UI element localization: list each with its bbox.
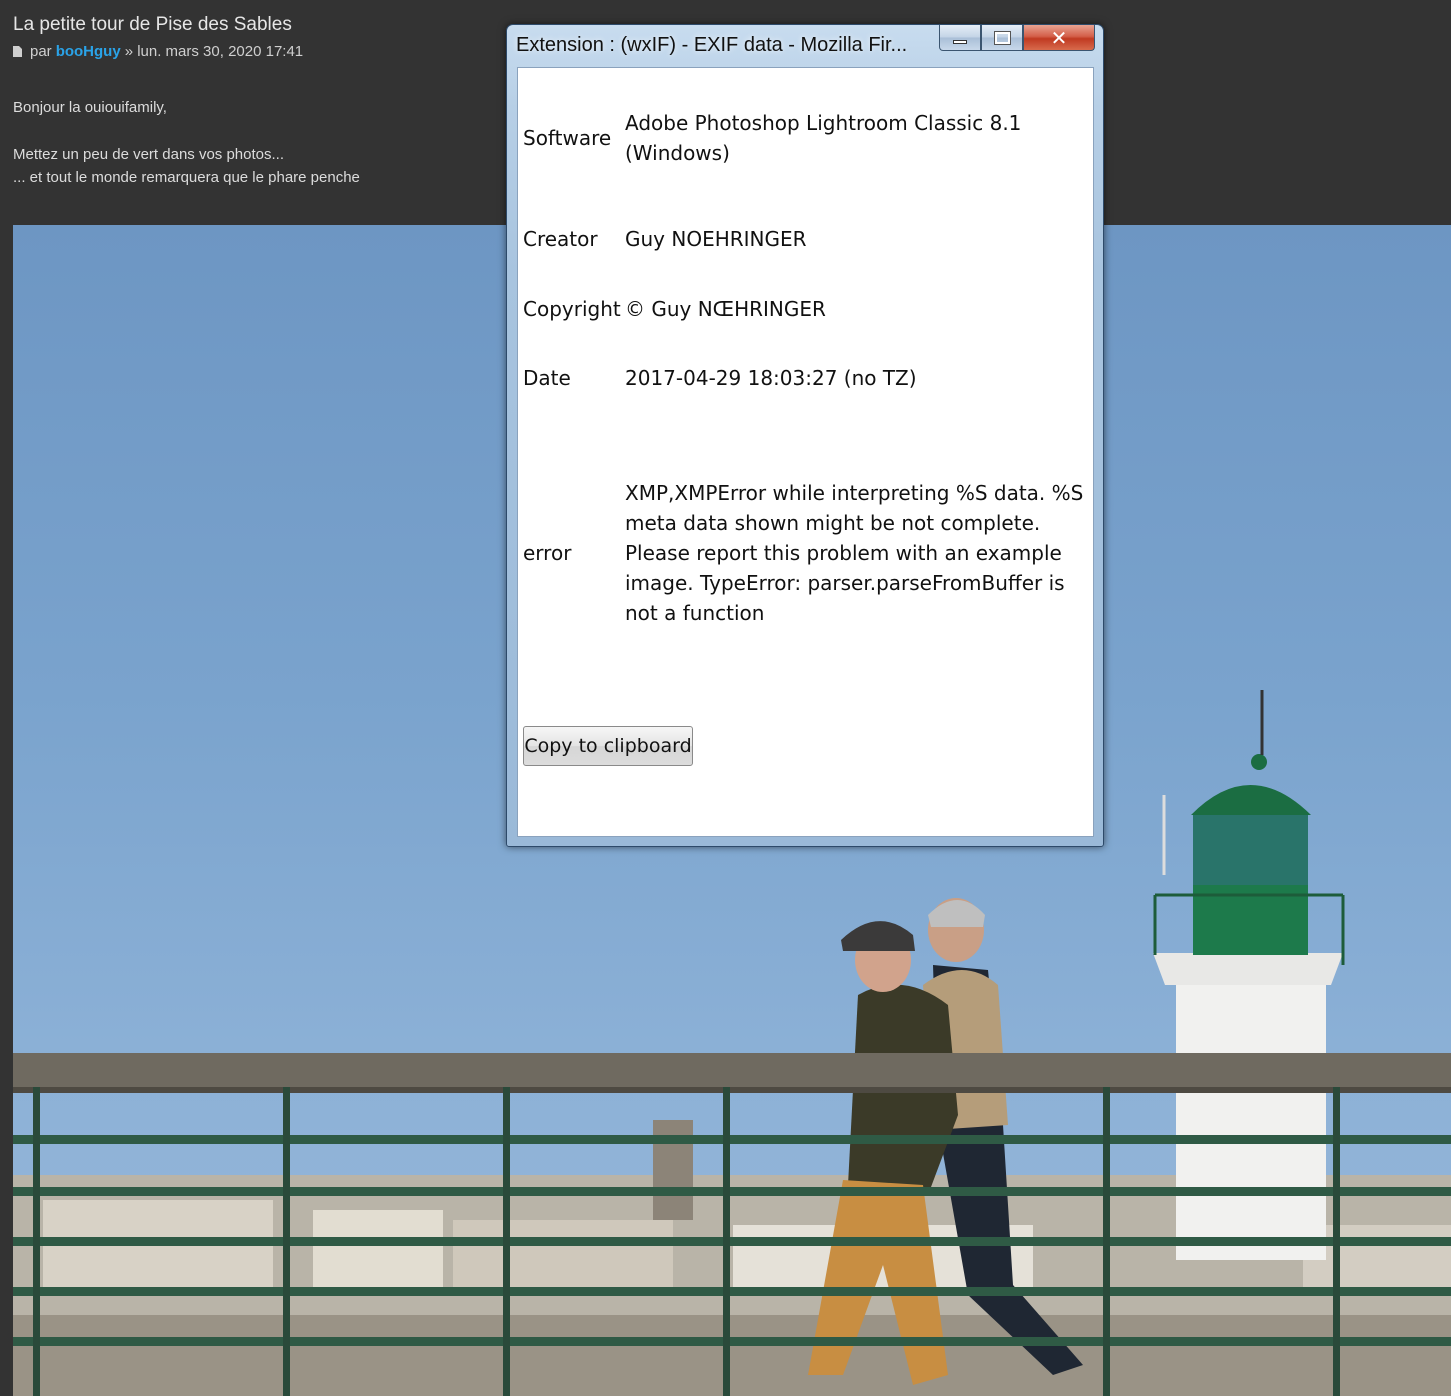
exif-value: © Guy NŒHRINGER xyxy=(625,297,826,321)
close-button[interactable]: ✕ xyxy=(1023,25,1095,51)
maximize-button[interactable] xyxy=(981,25,1023,51)
copy-to-clipboard-button[interactable]: Copy to clipboard xyxy=(523,726,693,766)
lighthouse xyxy=(1153,690,1345,1260)
post-body: Bonjour la ouiouifamily, Mettez un peu d… xyxy=(13,96,360,189)
post-body-line: Bonjour la ouiouifamily, xyxy=(13,99,167,116)
exif-row-date: Date 2017-04-29 18:03:27 (no TZ) xyxy=(523,344,1093,412)
window-controls: ✕ xyxy=(939,25,1095,53)
exif-key: Software xyxy=(523,126,612,150)
exif-row-software: Software Adobe Photoshop Lightroom Class… xyxy=(523,104,1093,172)
exif-row-error: error XMP,XMPError while interpreting %S… xyxy=(523,460,1093,646)
post-body-line: ... et tout le monde remarquera que le p… xyxy=(13,169,360,186)
exif-value: Guy NOEHRINGER xyxy=(625,227,807,251)
post-meta: par booHguy » lun. mars 30, 2020 17:41 xyxy=(13,43,303,60)
building xyxy=(313,1210,443,1290)
post-meta-prefix: par xyxy=(30,43,52,60)
building xyxy=(453,1220,673,1290)
exif-row-creator: Creator Guy NOEHRINGER xyxy=(523,204,1093,274)
minimize-icon xyxy=(953,39,967,44)
post-meta-date: » lun. mars 30, 2020 17:41 xyxy=(124,43,304,60)
exif-popup-window[interactable]: Extension : (wxIF) - EXIF data - Mozilla… xyxy=(506,24,1104,847)
post-author-link[interactable]: booHguy xyxy=(56,43,121,60)
post-icon xyxy=(13,46,22,57)
quay-wall xyxy=(13,1315,1451,1396)
window-title: Extension : (wxIF) - EXIF data - Mozilla… xyxy=(516,34,908,56)
minimize-button[interactable] xyxy=(939,25,981,51)
post-title: La petite tour de Pise des Sables xyxy=(13,14,292,35)
exif-key: error xyxy=(523,541,572,565)
exif-key: Creator xyxy=(523,227,598,251)
exif-value: 2017-04-29 18:03:27 (no TZ) xyxy=(625,366,917,390)
exif-key: Copyright xyxy=(523,297,621,321)
close-icon: ✕ xyxy=(1050,25,1068,50)
maximize-icon xyxy=(993,30,1011,45)
post-body-line: Mettez un peu de vert dans vos photos... xyxy=(13,146,284,163)
exif-content: Software Adobe Photoshop Lightroom Class… xyxy=(517,67,1094,837)
exif-row-copyright: Copyright © Guy NŒHRINGER xyxy=(523,274,1093,344)
exif-table: Software Adobe Photoshop Lightroom Class… xyxy=(523,104,1093,646)
exif-value: Adobe Photoshop Lightroom Classic 8.1 (W… xyxy=(625,111,1022,165)
exif-value: XMP,XMPError while interpreting %S data.… xyxy=(625,481,1084,625)
exif-key: Date xyxy=(523,366,571,390)
